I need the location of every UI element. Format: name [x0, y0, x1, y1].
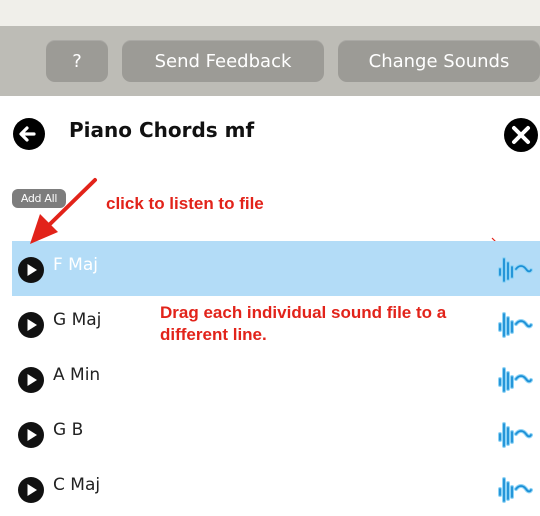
play-icon[interactable] [17, 421, 45, 449]
drag-hint-annotation: Drag each individual sound file to a dif… [160, 303, 447, 344]
play-icon[interactable] [17, 366, 45, 394]
waveform-icon[interactable] [495, 308, 533, 340]
sound-label: G Maj [53, 310, 102, 330]
sound-row[interactable]: A Min [12, 351, 540, 406]
sound-row[interactable]: G B [12, 406, 540, 461]
waveform-icon[interactable] [495, 473, 533, 505]
send-feedback-button[interactable]: Send Feedback [122, 40, 324, 82]
sound-row[interactable]: C Maj [12, 461, 540, 516]
play-icon[interactable] [17, 256, 45, 284]
sound-label: A Min [53, 365, 101, 385]
toolbar: ? Send Feedback Change Sounds [0, 26, 540, 96]
page-title: Piano Chords mf [69, 118, 255, 142]
help-button[interactable]: ? [46, 40, 108, 82]
sound-row[interactable]: F Maj [12, 241, 540, 296]
back-arrow-icon[interactable] [12, 117, 46, 151]
close-icon[interactable] [503, 117, 539, 153]
panel-header: Piano Chords mf [0, 96, 540, 176]
sound-label: G B [53, 420, 84, 440]
click-hint-annotation: click to listen to file [106, 194, 264, 213]
waveform-icon[interactable] [495, 253, 533, 285]
top-strip [0, 0, 540, 26]
sound-label: F Maj [53, 255, 98, 275]
play-icon[interactable] [17, 476, 45, 504]
change-sounds-button[interactable]: Change Sounds [338, 40, 540, 82]
add-all-button[interactable]: Add All [12, 189, 66, 208]
sound-label: C Maj [53, 475, 101, 495]
waveform-icon[interactable] [495, 363, 533, 395]
waveform-icon[interactable] [495, 418, 533, 450]
play-icon[interactable] [17, 311, 45, 339]
